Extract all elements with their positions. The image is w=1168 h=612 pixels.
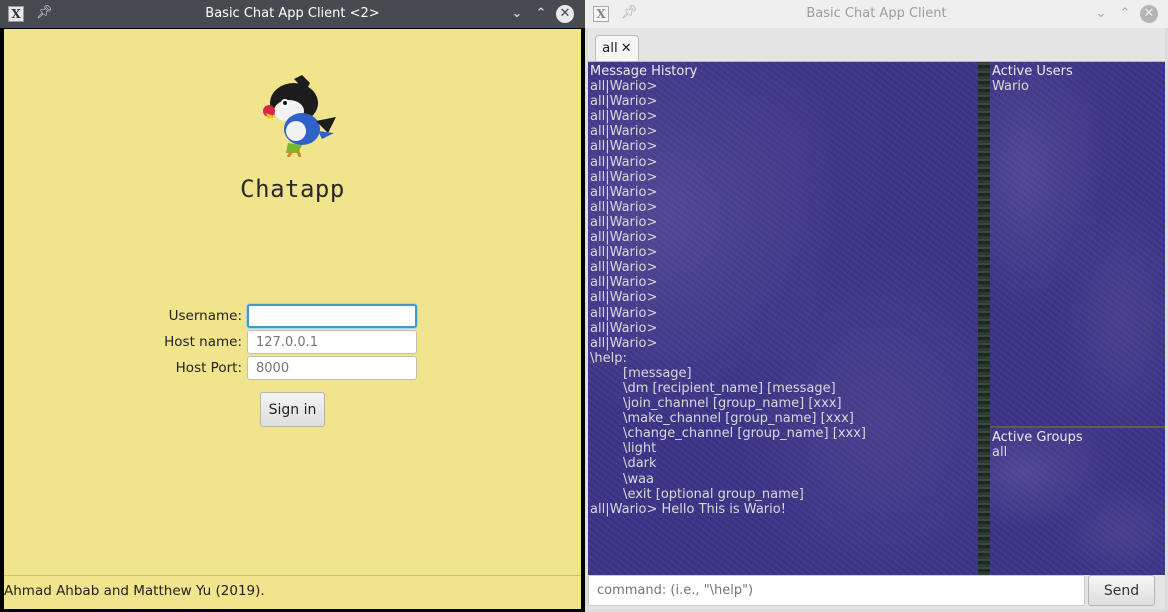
message-line: all|Wario> bbox=[590, 94, 658, 110]
message-line: all|Wario> bbox=[590, 260, 658, 276]
message-line: all|Wario> bbox=[590, 335, 658, 351]
message-list: all|Wario> all|Wario> all|Wario> all|War… bbox=[590, 79, 866, 517]
username-label: Username: bbox=[168, 308, 242, 324]
credits-text: Ahmad Ahbab and Matthew Yu (2019). bbox=[4, 583, 265, 599]
message-line: all|Wario> bbox=[590, 184, 658, 200]
command-input[interactable] bbox=[588, 575, 1085, 606]
message-line: all|Wario> bbox=[590, 199, 658, 215]
maximize-icon[interactable]: ⌃ bbox=[531, 4, 551, 24]
window-title: Basic Chat App Client <2> bbox=[205, 6, 380, 21]
message-line: all|Wario> bbox=[590, 124, 658, 140]
message-line: all|Wario> bbox=[590, 169, 658, 185]
message-line: all|Wario> bbox=[590, 139, 658, 155]
message-line: all|Wario> bbox=[590, 109, 658, 125]
tab-bar: all ✕ bbox=[588, 28, 1165, 62]
message-history-text: Message History all|Wario> all|Wario> al… bbox=[588, 62, 978, 519]
hostport-input[interactable] bbox=[247, 356, 417, 380]
close-icon[interactable]: ✕ bbox=[556, 5, 574, 23]
close-icon[interactable]: ✕ bbox=[1140, 5, 1158, 23]
send-button[interactable]: Send bbox=[1088, 575, 1155, 606]
message-line: all|Wario> bbox=[590, 79, 658, 95]
active-group-item[interactable]: all bbox=[992, 445, 1007, 460]
message-line: all|Wario> Hello This is Wario! bbox=[590, 501, 786, 517]
username-input[interactable] bbox=[247, 304, 417, 328]
sign-in-button[interactable]: Sign in bbox=[260, 392, 325, 427]
active-users-panel[interactable]: Active Users Wario bbox=[990, 62, 1165, 426]
active-users-heading: Active Users bbox=[992, 64, 1073, 79]
split-divider[interactable] bbox=[978, 62, 990, 575]
message-line: all|Wario> bbox=[590, 290, 658, 306]
hostport-label: Host Port: bbox=[175, 360, 242, 376]
message-line: \exit [optional group_name] bbox=[590, 486, 804, 502]
message-line: \dm [recipient_name] [message] bbox=[590, 380, 836, 396]
login-panel: Chatapp Username: Host name: Host Port: … bbox=[4, 29, 581, 609]
window-title: Basic Chat App Client bbox=[806, 6, 947, 21]
tab-label: all bbox=[602, 40, 618, 56]
message-line: \change_channel [group_name] [xxx] bbox=[590, 426, 866, 442]
active-groups-panel[interactable]: Active Groups all bbox=[990, 428, 1165, 575]
app-name: Chatapp bbox=[240, 175, 345, 203]
message-history-panel[interactable]: Message History all|Wario> all|Wario> al… bbox=[588, 62, 978, 575]
footer-divider bbox=[4, 575, 581, 576]
login-titlebar[interactable]: X 📌︎ Basic Chat App Client <2> ⌄ ⌃ ✕ bbox=[0, 0, 585, 28]
active-groups-heading: Active Groups bbox=[992, 430, 1083, 445]
message-line: all|Wario> bbox=[590, 320, 658, 336]
hostname-input[interactable] bbox=[247, 330, 417, 354]
message-line: all|Wario> bbox=[590, 245, 658, 261]
message-line: all|Wario> bbox=[590, 275, 658, 291]
message-line: \make_channel [group_name] [xxx] bbox=[590, 411, 854, 427]
message-line: [message] bbox=[590, 365, 692, 381]
message-line: all|Wario> bbox=[590, 214, 658, 230]
minimize-icon[interactable]: ⌄ bbox=[1091, 4, 1111, 24]
message-line: all|Wario> bbox=[590, 230, 658, 246]
chat-titlebar[interactable]: X 📌︎ Basic Chat App Client ⌄ ⌃ ✕ bbox=[585, 0, 1168, 29]
login-window: X 📌︎ Basic Chat App Client <2> ⌄ ⌃ ✕ Cha… bbox=[0, 0, 585, 612]
message-line: \help: bbox=[590, 350, 627, 366]
minimize-icon[interactable]: ⌄ bbox=[507, 4, 527, 24]
message-line: all|Wario> bbox=[590, 305, 658, 321]
message-history-heading: Message History bbox=[590, 64, 698, 79]
chat-window: X 📌︎ Basic Chat App Client ⌄ ⌃ ✕ all ✕ Me… bbox=[585, 0, 1168, 612]
hostname-label: Host name: bbox=[164, 334, 242, 350]
chatot-bird-icon bbox=[263, 75, 336, 157]
maximize-icon[interactable]: ⌃ bbox=[1115, 4, 1135, 24]
active-user-item[interactable]: Wario bbox=[992, 79, 1029, 94]
command-bar: Send bbox=[588, 575, 1165, 609]
close-tab-icon[interactable]: ✕ bbox=[621, 41, 632, 56]
message-line: \join_channel [group_name] [xxx] bbox=[590, 396, 842, 412]
message-line: \dark bbox=[590, 456, 657, 472]
message-line: all|Wario> bbox=[590, 154, 658, 170]
message-line: \waa bbox=[590, 471, 655, 487]
tab-all[interactable]: all ✕ bbox=[595, 35, 639, 61]
message-line: \light bbox=[590, 441, 657, 457]
